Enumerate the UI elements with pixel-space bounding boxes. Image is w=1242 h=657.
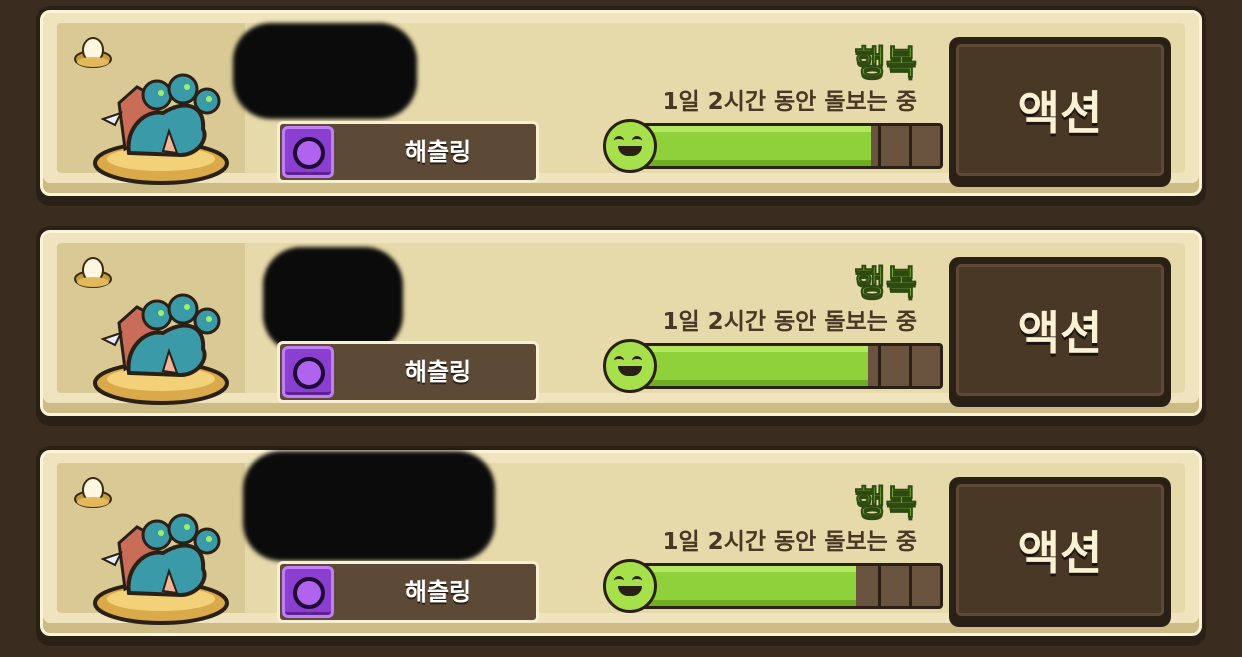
happiness-bar xyxy=(603,339,943,393)
smiley-face-icon xyxy=(603,339,657,393)
care-duration: 1일 2시간 동안 돌보는 중 xyxy=(662,309,917,335)
action-button[interactable]: 액션 xyxy=(949,37,1171,187)
purple-gem-icon xyxy=(282,126,334,178)
pet-card: 해츨링 행복 1일 2시간 동안 돌보는 중 액션 xyxy=(36,6,1206,206)
pet-name: 해츨링 xyxy=(404,138,472,166)
pet-card-panel: 해츨링 행복 1일 2시간 동안 돌보는 중 액션 xyxy=(40,10,1202,196)
happiness-bar xyxy=(603,119,943,173)
action-button-label: 액션 xyxy=(1017,526,1103,580)
pet-name-plate: 해츨링 xyxy=(277,341,539,403)
egg-nest-icon xyxy=(74,477,112,508)
action-button[interactable]: 액션 xyxy=(949,257,1171,407)
purple-gem-icon xyxy=(282,566,334,618)
happiness-fill xyxy=(628,566,856,606)
redacted-area xyxy=(263,247,403,353)
pet-name-plate: 해츨링 xyxy=(277,121,539,183)
pet-card: 해츨링 행복 1일 2시간 동안 돌보는 중 액션 xyxy=(36,446,1206,646)
bar-segment xyxy=(908,126,912,166)
pet-card-content: 해츨링 행복 1일 2시간 동안 돌보는 중 액션 xyxy=(57,243,1185,407)
bar-segment xyxy=(877,346,881,386)
pet-card-content: 해츨링 행복 1일 2시간 동안 돌보는 중 액션 xyxy=(57,23,1185,187)
mood-label: 행복 xyxy=(854,263,918,304)
pet-card-panel: 해츨링 행복 1일 2시간 동안 돌보는 중 액션 xyxy=(40,450,1202,636)
pet-name: 해츨링 xyxy=(404,578,472,606)
happiness-track xyxy=(625,343,943,389)
action-button-label: 액션 xyxy=(1017,86,1103,140)
purple-gem-icon xyxy=(282,346,334,398)
pet-name-plate: 해츨링 xyxy=(277,561,539,623)
happiness-track xyxy=(625,563,943,609)
bar-segment xyxy=(908,346,912,386)
pet-card-content: 해츨링 행복 1일 2시간 동안 돌보는 중 액션 xyxy=(57,451,1185,627)
hydra-dragon-sprite xyxy=(93,73,229,185)
redacted-area xyxy=(243,451,495,561)
pet-card-panel: 해츨링 행복 1일 2시간 동안 돌보는 중 액션 xyxy=(40,230,1202,416)
smiley-face-icon xyxy=(603,119,657,173)
pet-card: 해츨링 행복 1일 2시간 동안 돌보는 중 액션 xyxy=(36,226,1206,426)
smiley-face-icon xyxy=(603,559,657,613)
bar-segment xyxy=(908,566,912,606)
hydra-dragon-sprite xyxy=(93,513,229,625)
bar-segment xyxy=(877,126,881,166)
hydra-dragon-sprite xyxy=(93,293,229,405)
bar-segment xyxy=(877,566,881,606)
redacted-area xyxy=(233,23,417,119)
care-duration: 1일 2시간 동안 돌보는 중 xyxy=(662,529,917,555)
happiness-bar xyxy=(603,559,943,613)
pet-portrait[interactable] xyxy=(57,23,245,185)
pet-name: 해츨링 xyxy=(404,358,472,386)
egg-nest-icon xyxy=(74,257,112,288)
pet-portrait[interactable] xyxy=(57,463,245,625)
mood-label: 행복 xyxy=(854,43,918,84)
action-button[interactable]: 액션 xyxy=(949,477,1171,627)
action-button-label: 액션 xyxy=(1017,306,1103,360)
care-duration: 1일 2시간 동안 돌보는 중 xyxy=(662,89,917,115)
happiness-track xyxy=(625,123,943,169)
happiness-fill xyxy=(628,126,872,166)
pet-portrait[interactable] xyxy=(57,243,245,405)
happiness-fill xyxy=(628,346,869,386)
egg-nest-icon xyxy=(74,37,112,68)
mood-label: 행복 xyxy=(854,483,918,524)
